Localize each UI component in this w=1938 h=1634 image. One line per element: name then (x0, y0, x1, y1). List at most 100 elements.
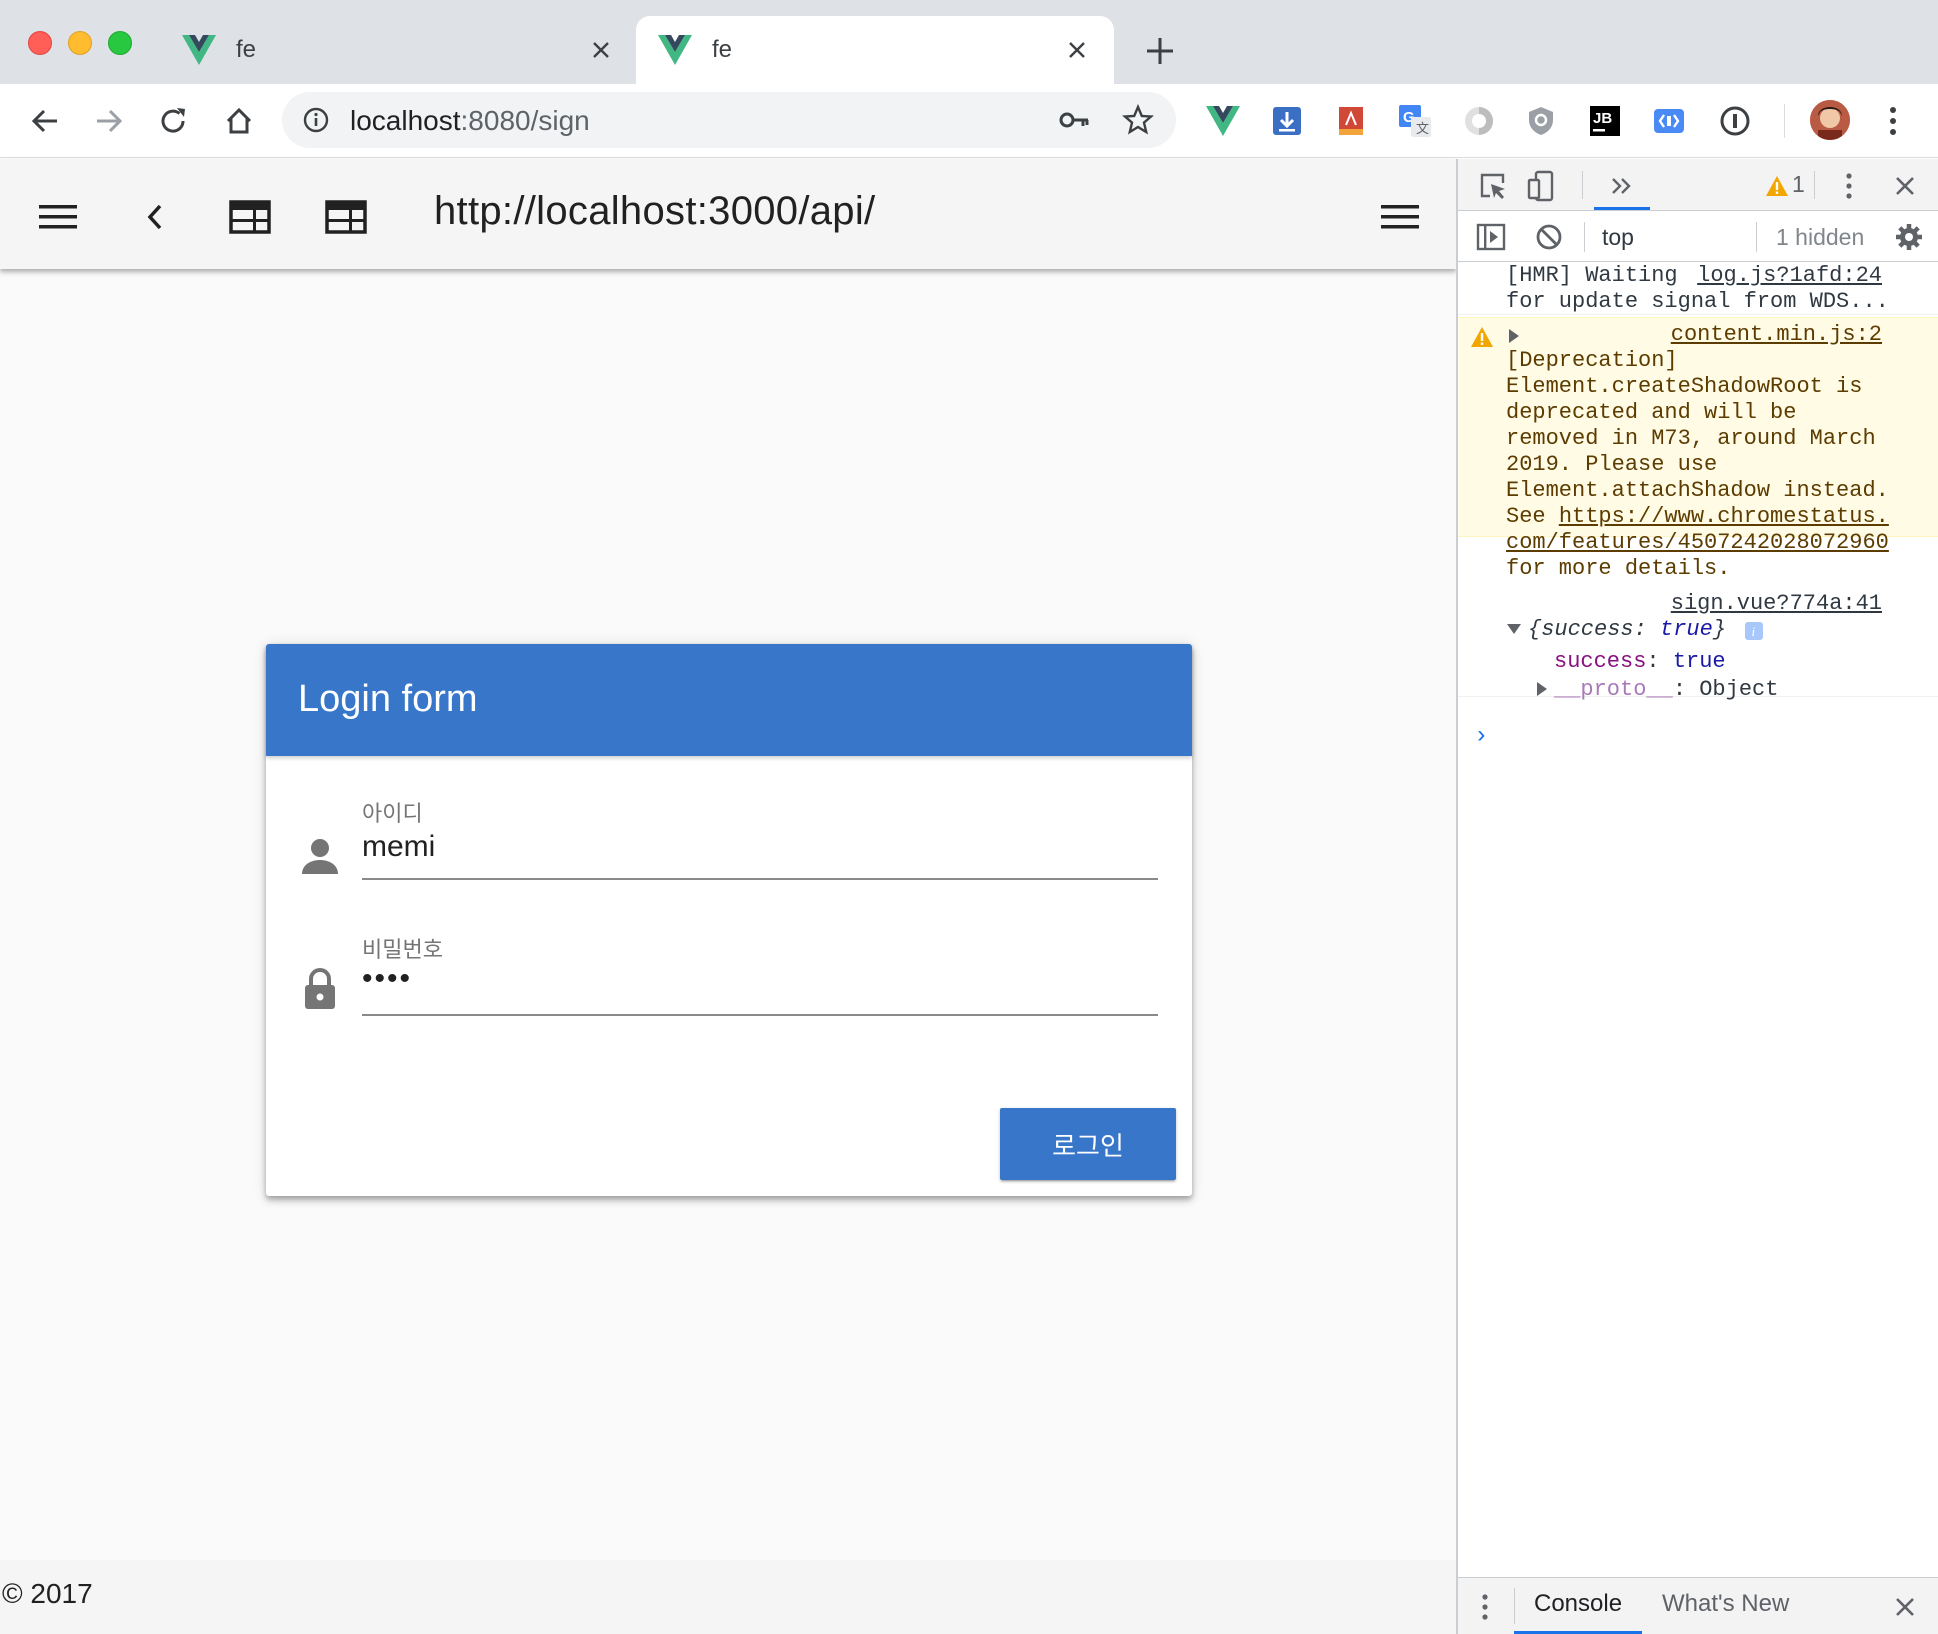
app-title: http://localhost:3000/api/ (434, 189, 876, 233)
toolbar-divider (1756, 222, 1757, 252)
console-text: for update signal from WDS... (1506, 289, 1889, 314)
warning-icon[interactable] (1760, 169, 1794, 203)
collapse-triangle-icon[interactable] (1506, 623, 1522, 635)
active-tab-indicator (1594, 207, 1650, 210)
info-icon[interactable]: i (1744, 621, 1764, 641)
clear-console-icon[interactable] (1532, 220, 1566, 254)
vue-icon (658, 35, 692, 65)
key-icon[interactable] (1058, 106, 1090, 134)
console-warning: content.min.js:2 [Deprecation] Element.c… (1458, 317, 1938, 581)
close-icon[interactable] (1888, 1590, 1922, 1624)
address-bar[interactable]: localhost:8080/sign (282, 92, 1176, 148)
console-log: sign.vue?774a:41 {success: true} i succe… (1458, 589, 1938, 702)
star-icon[interactable] (1122, 104, 1154, 136)
expand-triangle-icon[interactable] (1536, 681, 1548, 697)
console-text: [Deprecation] (1506, 348, 1678, 373)
footer: © 2017 (0, 1560, 1456, 1634)
source-link[interactable]: log.js?1afd:24 (1697, 263, 1882, 288)
footer-copyright: © 2017 (2, 1578, 93, 1609)
half-circle-icon[interactable] (1462, 104, 1496, 138)
browser-tab-1[interactable]: fe (160, 16, 638, 84)
close-icon[interactable] (1888, 169, 1922, 203)
address-url: localhost:8080/sign (350, 105, 590, 136)
close-icon[interactable] (586, 35, 616, 65)
console-text: [HMR] Waiting (1506, 263, 1678, 288)
console-text: for more details. (1506, 556, 1731, 581)
close-icon[interactable] (1062, 35, 1092, 65)
tag-icon[interactable] (1652, 104, 1686, 138)
card-header: Login form (266, 644, 1192, 756)
devtools-panel: 1 top 1 hidden [HMR] Waiting log.js?1afd… (1456, 159, 1938, 1634)
password-field[interactable]: 비밀번호 •••• (298, 932, 1160, 1042)
context-selector[interactable]: top (1602, 224, 1634, 251)
object-proto[interactable]: __proto__: Object (1554, 677, 1778, 703)
more-tabs-icon[interactable] (1604, 169, 1638, 203)
more-vert-icon[interactable] (1880, 104, 1906, 138)
console-message: [HMR] Waiting log.js?1afd:24 for update … (1458, 263, 1938, 315)
vue-icon (182, 35, 216, 65)
page-viewport: http://localhost:3000/api/ Login form 아이… (0, 159, 1456, 1634)
object-summary[interactable]: {success: true} (1528, 617, 1726, 643)
close-window-button[interactable] (28, 31, 52, 55)
vue-devtools-icon[interactable] (1206, 104, 1240, 138)
translate-icon[interactable]: G文 (1398, 104, 1432, 138)
web-layout-icon[interactable] (228, 195, 272, 239)
object-property: success: true (1554, 649, 1726, 674)
web-layout-icon[interactable] (324, 195, 368, 239)
browser-tab-2[interactable]: fe (636, 16, 1114, 84)
download-icon[interactable] (1270, 104, 1304, 138)
back-arrow-icon[interactable] (26, 102, 64, 140)
login-card: Login form 아이디 memi 비밀번호 •••• 로그인 (266, 644, 1192, 1196)
reload-icon[interactable] (154, 102, 192, 140)
password-underline (362, 1014, 1158, 1016)
gear-icon[interactable] (1892, 220, 1926, 254)
source-link[interactable]: sign.vue?774a:41 (1671, 591, 1882, 616)
jetbrains-icon[interactable]: JB (1588, 104, 1622, 138)
deprecation-link[interactable]: com/features/4507242028072960 (1506, 530, 1889, 556)
more-vert-icon[interactable] (1468, 1590, 1502, 1624)
info-icon[interactable] (302, 106, 330, 134)
console-text: deprecated and will be (1506, 400, 1797, 425)
console-text: Element.createShadowRoot is (1506, 374, 1863, 399)
person-icon (302, 839, 338, 874)
password-label: 비밀번호 (362, 937, 443, 962)
inspect-element-icon[interactable] (1476, 169, 1510, 203)
shield-icon[interactable] (1524, 104, 1558, 138)
expand-triangle-icon[interactable] (1508, 328, 1520, 344)
hidden-count[interactable]: 1 hidden (1776, 224, 1864, 251)
warning-count[interactable]: 1 (1792, 171, 1805, 198)
new-tab-icon[interactable] (1142, 33, 1178, 69)
sidebar-toggle-icon[interactable] (1474, 220, 1508, 254)
lock-icon (305, 968, 335, 1009)
source-link[interactable]: content.min.js:2 (1671, 322, 1882, 347)
more-vert-icon[interactable] (1832, 169, 1866, 203)
menu-icon[interactable] (1378, 195, 1422, 239)
pdf-icon[interactable] (1334, 104, 1368, 138)
drawer-tab-console[interactable]: Console (1534, 1590, 1622, 1618)
toolbar-divider (1814, 171, 1815, 199)
devtools-drawer-toolbar: Console What's New (1458, 1577, 1938, 1634)
home-icon[interactable] (220, 102, 258, 140)
onepassword-icon[interactable] (1718, 104, 1752, 138)
id-input[interactable]: memi (362, 830, 435, 864)
console-text: removed in M73, around March (1506, 426, 1876, 451)
id-field[interactable]: 아이디 memi (298, 796, 1160, 906)
minimize-window-button[interactable] (68, 31, 92, 55)
id-label: 아이디 (362, 801, 423, 826)
forward-arrow-icon[interactable] (90, 102, 128, 140)
console-prompt-chevron-icon[interactable]: › (1474, 723, 1488, 750)
browser-toolbar: localhost:8080/sign G文 JB (0, 84, 1938, 158)
login-button[interactable]: 로그인 (1000, 1108, 1176, 1180)
id-underline (362, 878, 1158, 880)
drawer-tab-whats-new[interactable]: What's New (1662, 1590, 1789, 1618)
menu-icon[interactable] (36, 195, 80, 239)
deprecation-link[interactable]: https://www.chromestatus. (1559, 504, 1889, 529)
tab-title: fe (236, 36, 257, 63)
console-text: See https://www.chromestatus. (1506, 504, 1889, 529)
device-toolbar-icon[interactable] (1524, 169, 1558, 203)
chevron-left-icon[interactable] (132, 195, 176, 239)
zoom-window-button[interactable] (108, 31, 132, 55)
password-input[interactable]: •••• (362, 962, 412, 996)
console-text: Element.attachShadow instead. (1506, 478, 1889, 503)
avatar[interactable] (1810, 100, 1850, 140)
